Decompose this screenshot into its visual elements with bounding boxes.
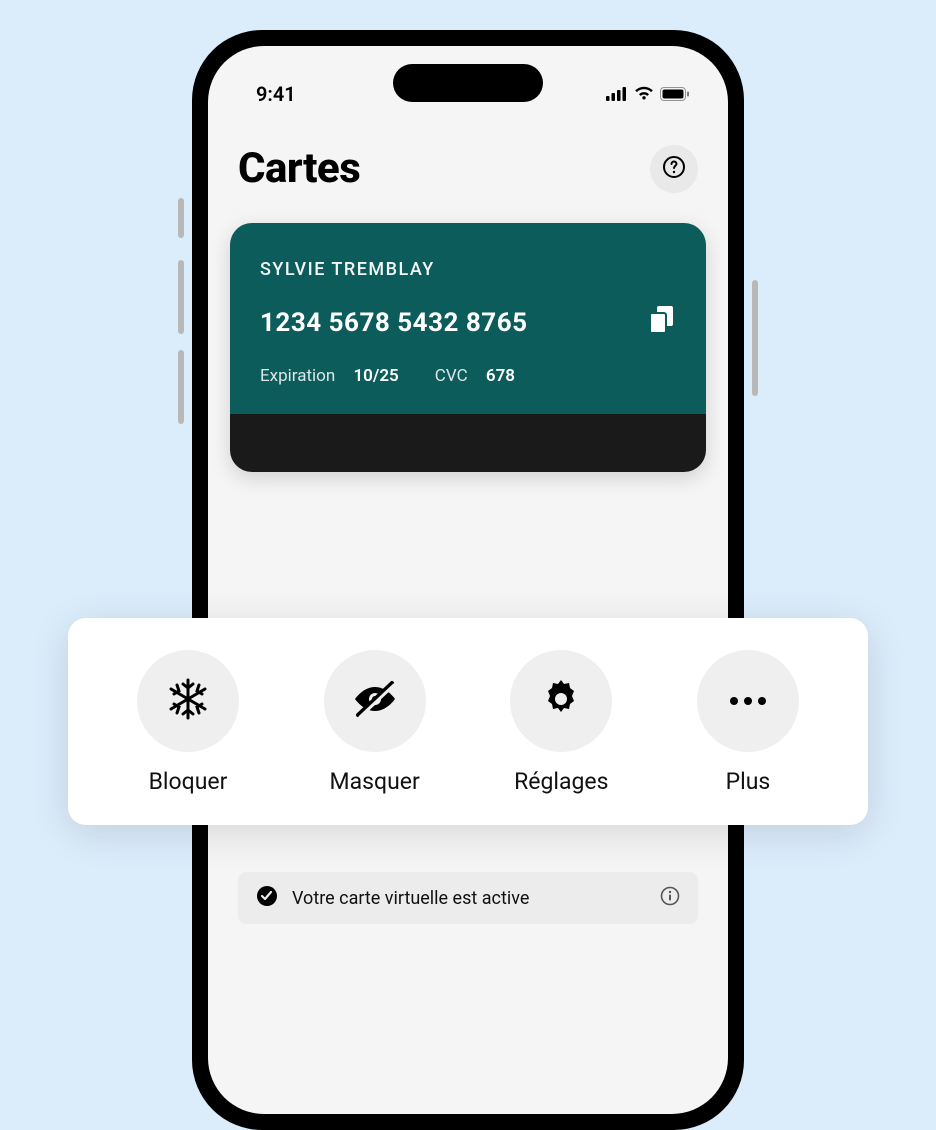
virtual-card[interactable]: SYLVIE TREMBLAY 1234 5678 5432 8765 Expi… (230, 223, 706, 472)
card-back-strip (230, 414, 706, 472)
more-label: Plus (726, 768, 771, 795)
card-status-banner: Votre carte virtuelle est active (238, 872, 698, 924)
card-front: SYLVIE TREMBLAY 1234 5678 5432 8765 Expi… (230, 223, 706, 414)
expiration-value: 10/25 (353, 366, 398, 386)
phone-frame: 9:41 Cartes S (192, 30, 744, 1130)
status-time: 9:41 (256, 82, 296, 106)
status-icons (606, 82, 690, 106)
phone-side-button (178, 260, 184, 334)
snowflake-icon (165, 676, 211, 726)
question-icon (662, 155, 686, 183)
card-number: 1234 5678 5432 8765 (260, 308, 528, 338)
help-button[interactable] (650, 145, 698, 193)
eye-off-icon (350, 679, 400, 723)
page-title: Cartes (238, 144, 360, 193)
phone-screen: 9:41 Cartes S (208, 46, 728, 1114)
settings-label: Réglages (514, 768, 608, 795)
wifi-icon (633, 82, 655, 106)
check-circle-icon (256, 885, 278, 911)
expiration-label: Expiration (260, 366, 335, 386)
mask-label: Masquer (330, 768, 420, 795)
phone-side-button (752, 280, 758, 396)
copy-icon[interactable] (650, 306, 676, 340)
phone-side-button (178, 198, 184, 238)
block-action[interactable]: Bloquer (108, 650, 268, 795)
phone-notch (393, 64, 543, 102)
more-icon (728, 692, 768, 711)
settings-action[interactable]: Réglages (481, 650, 641, 795)
mask-action[interactable]: Masquer (295, 650, 455, 795)
info-icon[interactable] (660, 886, 680, 910)
card-meta: Expiration 10/25 CVC 678 (260, 366, 676, 386)
card-actions-panel: Bloquer Masquer R (68, 618, 868, 825)
card-status-text: Votre carte virtuelle est active (292, 888, 646, 909)
cvc-label: CVC (435, 366, 468, 386)
more-action[interactable]: Plus (668, 650, 828, 795)
card-holder-name: SYLVIE TREMBLAY (260, 259, 676, 280)
battery-icon (660, 82, 690, 106)
gear-icon (539, 677, 583, 725)
block-label: Bloquer (149, 768, 228, 795)
page-header: Cartes (208, 116, 728, 213)
cvc-value: 678 (486, 366, 515, 386)
cellular-icon (606, 82, 628, 106)
phone-side-button (178, 350, 184, 424)
